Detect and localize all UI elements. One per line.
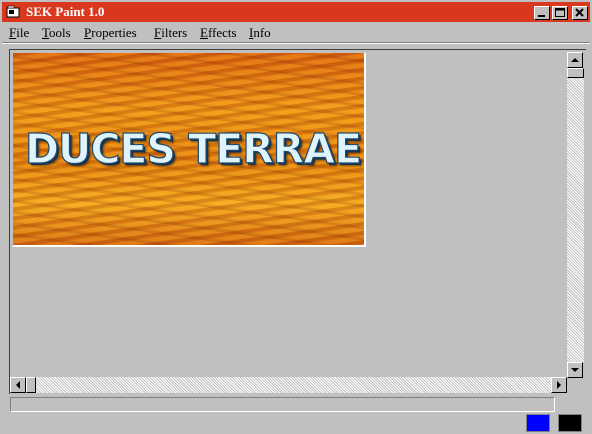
maximize-icon	[555, 8, 565, 17]
horizontal-scrollbar[interactable]	[10, 377, 567, 393]
scroll-up-button[interactable]	[567, 52, 583, 68]
status-bar	[10, 397, 555, 412]
close-icon	[575, 8, 584, 17]
scroll-down-button[interactable]	[567, 362, 583, 378]
menu-properties[interactable]: Properties	[84, 25, 137, 41]
scroll-left-button[interactable]	[10, 377, 26, 393]
minimize-button[interactable]	[534, 6, 550, 20]
scroll-right-button[interactable]	[551, 377, 567, 393]
arrow-down-icon	[571, 368, 579, 372]
horizontal-scroll-thumb[interactable]	[26, 377, 36, 393]
maximize-button[interactable]	[552, 6, 568, 20]
menu-tools[interactable]: Tools	[42, 25, 71, 41]
menu-filters[interactable]: Filters	[154, 25, 187, 41]
app-window: SEK Paint 1.0 File Tools Properties Filt…	[0, 0, 592, 434]
menu-info[interactable]: Info	[249, 25, 271, 41]
minimize-icon	[538, 15, 545, 17]
vertical-scroll-thumb[interactable]	[567, 68, 584, 78]
menu-file[interactable]: File	[9, 25, 29, 41]
menu-effects[interactable]: Effects	[200, 25, 237, 41]
title-bar[interactable]: SEK Paint 1.0	[2, 2, 590, 22]
menu-separator-highlight	[2, 43, 590, 44]
canvas-border	[13, 53, 366, 247]
secondary-color-swatch[interactable]	[558, 414, 582, 432]
vertical-scroll-track[interactable]	[567, 68, 584, 362]
horizontal-scroll-track[interactable]	[36, 377, 551, 393]
close-button[interactable]	[572, 6, 588, 20]
menu-bar: File Tools Properties Filters Effects In…	[2, 24, 590, 42]
arrow-right-icon	[557, 381, 561, 389]
arrow-left-icon	[16, 381, 20, 389]
window-title: SEK Paint 1.0	[26, 4, 105, 19]
arrow-up-icon	[571, 58, 579, 62]
app-icon	[6, 5, 20, 18]
vertical-scrollbar[interactable]	[567, 52, 584, 378]
primary-color-swatch[interactable]	[526, 414, 550, 432]
